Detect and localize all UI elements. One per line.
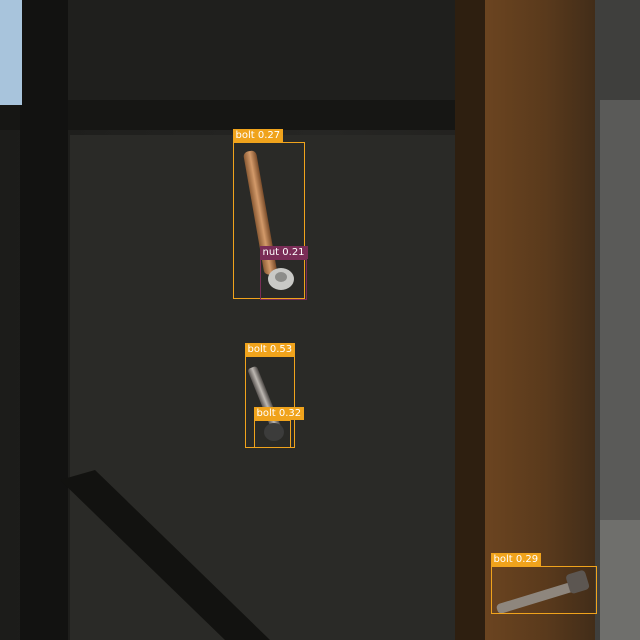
detection-image: bolt 0.27 nut 0.21 bolt 0.53 bolt 0.32 bolt … [0, 0, 640, 640]
bolt-detection-label: bolt 0.53 [244, 343, 296, 356]
nut-detection-label: nut 0.21 [259, 246, 308, 259]
bolt-detection-label: bolt 0.29 [490, 553, 542, 566]
bolt-detection-box: bolt 0.29 [490, 553, 597, 614]
scene-background [0, 0, 640, 640]
bolt-detection-label: bolt 0.27 [232, 129, 284, 142]
nut-detection-box: nut 0.21 [259, 246, 308, 300]
bolt-detection-box: bolt 0.32 [253, 407, 305, 448]
bolt-detection-label: bolt 0.32 [253, 407, 305, 420]
